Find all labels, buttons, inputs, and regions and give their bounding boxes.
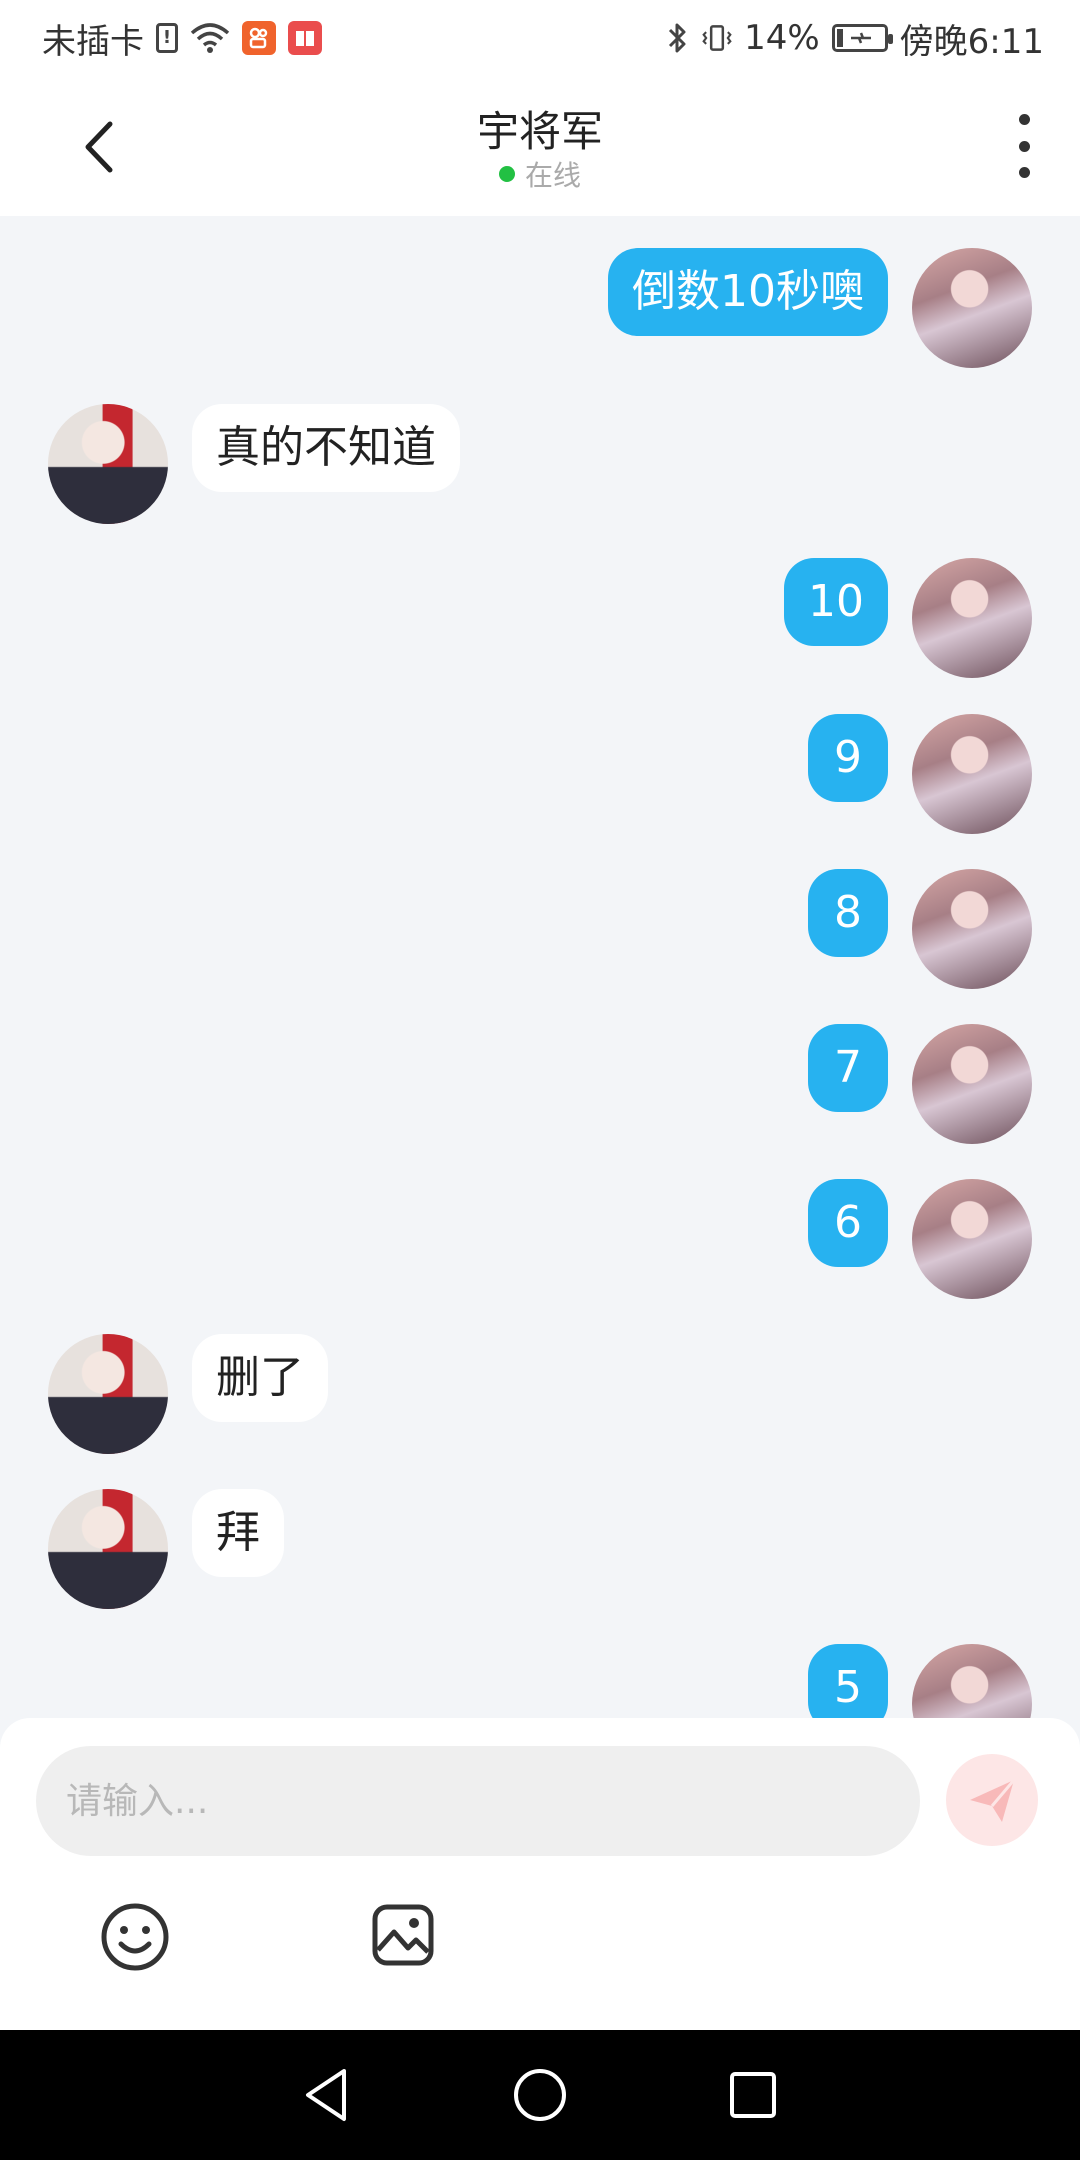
message-bubble[interactable]: 8 <box>808 869 888 957</box>
sim-alert-icon: ! <box>156 23 178 53</box>
triangle-back-icon <box>305 2069 346 2121</box>
message-bubble[interactable]: 6 <box>808 1179 888 1267</box>
message-outgoing: 10 <box>0 558 1080 678</box>
message-bubble[interactable]: 9 <box>808 714 888 802</box>
message-outgoing: 8 <box>0 869 1080 989</box>
bluetooth-icon <box>666 20 690 56</box>
message-bubble[interactable]: 拜 <box>192 1489 284 1577</box>
status-bar-left: 未插卡 ! <box>42 14 322 63</box>
message-bubble[interactable]: 7 <box>808 1024 888 1112</box>
battery-level-fill <box>836 29 843 47</box>
message-bubble[interactable]: 5 <box>808 1644 888 1718</box>
chat-messages[interactable]: 倒数10秒噢 真的不知道 10 9 8 7 6 删了 拜 5 <box>0 216 1080 1718</box>
battery-icon <box>831 24 893 52</box>
contact-avatar[interactable] <box>48 404 168 524</box>
clock-time: 傍晚6:11 <box>899 21 1044 62</box>
message-outgoing: 9 <box>0 714 1080 834</box>
online-dot-icon <box>498 166 515 182</box>
image-icon <box>372 1904 434 1966</box>
square-recents-icon <box>730 2072 777 2118</box>
smiley-icon <box>101 1903 169 1971</box>
kuaishou-app-icon <box>242 21 276 55</box>
message-outgoing: 6 <box>0 1179 1080 1299</box>
my-avatar[interactable] <box>912 1179 1032 1299</box>
message-incoming: 真的不知道 <box>0 404 1080 524</box>
nav-back-button[interactable] <box>297 2065 357 2125</box>
status-bar: 未插卡 ! 14% 傍晚6:11 <box>0 0 1080 76</box>
message-bubble[interactable]: 真的不知道 <box>192 404 460 492</box>
my-avatar[interactable] <box>912 248 1032 368</box>
contact-avatar[interactable] <box>48 1334 168 1454</box>
carrier-text: 未插卡 <box>42 21 144 62</box>
my-avatar[interactable] <box>912 714 1032 834</box>
message-bubble[interactable]: 10 <box>784 558 888 646</box>
my-avatar[interactable] <box>912 1644 1032 1718</box>
my-avatar[interactable] <box>912 558 1032 678</box>
nav-recents-button[interactable] <box>723 2065 783 2125</box>
send-button[interactable] <box>946 1754 1038 1846</box>
more-dot-icon <box>1018 140 1030 152</box>
message-outgoing: 5 <box>0 1644 1080 1718</box>
more-dot-icon <box>1018 167 1030 178</box>
online-status: 在线 <box>0 154 1080 194</box>
vibrate-icon <box>702 21 732 55</box>
message-incoming: 拜 <box>0 1489 1080 1609</box>
more-dot-icon <box>1018 114 1030 125</box>
message-bubble[interactable]: 删了 <box>192 1334 328 1422</box>
message-outgoing: 倒数10秒噢 <box>0 248 1080 368</box>
message-composer <box>0 1718 1080 2030</box>
system-nav-bar <box>0 2030 1080 2160</box>
contact-avatar[interactable] <box>48 1489 168 1609</box>
contact-name: 宇将军 <box>476 107 603 156</box>
message-input[interactable] <box>36 1746 920 1856</box>
status-bar-right: 14% 傍晚6:11 <box>666 14 1044 63</box>
chat-header: 宇将军 在线 <box>0 76 1080 216</box>
message-outgoing: 7 <box>0 1024 1080 1144</box>
my-avatar[interactable] <box>912 1024 1032 1144</box>
wifi-icon <box>190 21 230 55</box>
image-button[interactable] <box>370 1902 436 1968</box>
message-incoming: 删了 <box>0 1334 1080 1454</box>
send-icon <box>970 1779 1016 1822</box>
message-bubble[interactable]: 倒数10秒噢 <box>608 248 888 336</box>
my-avatar[interactable] <box>912 869 1032 989</box>
battery-percent: 14% <box>744 18 820 58</box>
online-status-text: 在线 <box>524 159 581 192</box>
nav-home-button[interactable] <box>510 2065 570 2125</box>
emoji-button[interactable] <box>100 1902 170 1972</box>
circle-home-icon <box>513 2069 566 2121</box>
more-options-button[interactable] <box>1014 114 1034 178</box>
book-app-icon <box>288 21 322 55</box>
